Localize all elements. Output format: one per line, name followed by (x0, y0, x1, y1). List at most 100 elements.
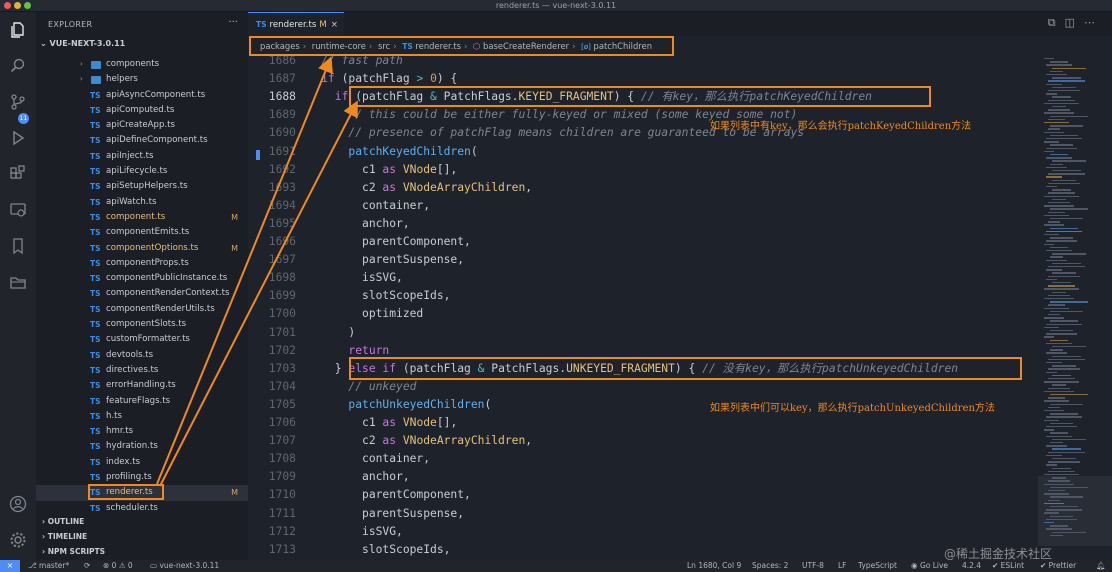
line-number: 1705 (268, 397, 296, 411)
remote-indicator-icon[interactable]: ⨯ (0, 560, 20, 572)
workspace-folder[interactable]: ▭ vue-next-3.0.11 (150, 560, 219, 572)
tree-file[interactable]: TS apiWatch.ts (36, 195, 248, 210)
minimap-line (1046, 509, 1082, 511)
tree-file[interactable]: TS componentSlots.ts (36, 317, 248, 332)
tree-file[interactable]: TS apiComputed.ts (36, 103, 248, 118)
files-icon[interactable] (8, 20, 28, 40)
code-line[interactable]: 1710 parentComponent, (248, 486, 1038, 504)
bookmarks-icon[interactable] (8, 236, 28, 256)
code-token: [], (436, 416, 458, 429)
code-line[interactable]: 1694 container, (248, 197, 1038, 215)
minimap-line (1048, 358, 1085, 361)
account-icon[interactable] (8, 494, 28, 514)
minimap-line (1048, 294, 1070, 297)
line-text: slotScopeIds, (294, 287, 450, 305)
code-token: anchor, (294, 216, 410, 230)
code-line[interactable]: 1709 anchor, (248, 468, 1038, 486)
code-line[interactable]: 1698 isSVG, (248, 269, 1038, 287)
end-of-line[interactable]: LF (838, 560, 847, 572)
close-tab-icon[interactable]: × (331, 20, 338, 30)
tree-folder[interactable]: › helpers (36, 72, 248, 87)
code-line[interactable]: 1706 c1 as VNode[], (248, 414, 1038, 432)
code-line[interactable]: 1704 // unkeyed (248, 378, 1038, 396)
typescript-file-icon: TS (90, 136, 101, 146)
tree-file[interactable]: TS componentPublicInstance.ts (36, 271, 248, 286)
project-folder[interactable]: ⌄ VUE-NEXT-3.0.11 (36, 39, 248, 53)
code-line[interactable]: 1695 anchor, (248, 215, 1038, 233)
minimap[interactable] (1038, 56, 1112, 560)
timeline-section[interactable]: › TIMELINE (36, 530, 248, 544)
tree-file[interactable]: TS hmr.ts (36, 424, 248, 439)
source-control-icon[interactable] (8, 92, 28, 112)
chevron-right-icon: › (80, 60, 83, 68)
sync-icon[interactable]: ⟳ (84, 560, 90, 572)
run-debug-icon[interactable] (8, 128, 28, 148)
language-mode[interactable]: TypeScript (858, 560, 897, 572)
code-line[interactable]: 1707 c2 as VNodeArrayChildren, (248, 432, 1038, 450)
tree-file[interactable]: TS directives.ts (36, 363, 248, 378)
tree-file[interactable]: TS devtools.ts (36, 348, 248, 363)
indentation[interactable]: Spaces: 2 (752, 560, 788, 572)
code-line[interactable]: 1697 parentSuspense, (248, 251, 1038, 269)
tree-file[interactable]: TS apiDefineComponent.ts (36, 133, 248, 148)
open-changes-icon[interactable]: ⧉ (1048, 16, 1065, 29)
code-line[interactable]: 1691 patchKeyedChildren( (248, 143, 1038, 161)
tree-file[interactable]: TS apiLifecycle.ts (36, 164, 248, 179)
tree-file[interactable]: TS scheduler.ts (36, 501, 248, 516)
problems-count[interactable]: ⊗ 0 ⚠ 0 (103, 560, 133, 572)
minimap-line (1044, 298, 1074, 300)
tree-file[interactable]: TS customFormatter.ts (36, 332, 248, 347)
notifications-icon[interactable]: 🔔︎ (1096, 560, 1106, 572)
tree-folder[interactable]: › components (36, 57, 248, 72)
tree-file[interactable]: TS h.ts (36, 409, 248, 424)
outline-section[interactable]: › OUTLINE (36, 515, 248, 529)
tree-file[interactable]: TS apiSetupHelpers.ts (36, 179, 248, 194)
extensions-icon[interactable] (8, 164, 28, 184)
tree-file[interactable]: TS errorHandling.ts (36, 378, 248, 393)
tree-file[interactable]: TS componentEmits.ts (36, 225, 248, 240)
tree-file[interactable]: TS featureFlags.ts (36, 394, 248, 409)
code-line[interactable]: 1711 parentSuspense, (248, 505, 1038, 523)
minimap-line (1048, 406, 1060, 409)
more-actions-icon[interactable]: ··· (228, 17, 238, 28)
tree-file[interactable]: TS apiInject.ts (36, 149, 248, 164)
tree-file[interactable]: TS hydration.ts (36, 439, 248, 454)
folder-icon[interactable] (8, 272, 28, 292)
tree-file[interactable]: TS componentProps.ts (36, 256, 248, 271)
tree-file[interactable]: TS componentRenderUtils.ts (36, 302, 248, 317)
code-line[interactable]: 1700 optimized (248, 305, 1038, 323)
code-line[interactable]: 1686 // fast path (248, 56, 1038, 70)
search-icon[interactable] (8, 56, 28, 76)
more-actions-icon[interactable]: ⋯ (1084, 16, 1104, 29)
split-editor-icon[interactable]: ◫ (1065, 16, 1084, 29)
minimap-line (1046, 323, 1082, 325)
encoding[interactable]: UTF-8 (802, 560, 824, 572)
tree-file[interactable]: TS component.ts M (36, 210, 248, 225)
minimap-line (1048, 304, 1065, 306)
minimap-line (1052, 291, 1066, 293)
tree-file[interactable]: TS apiAsyncComponent.ts (36, 88, 248, 103)
code-line[interactable]: 1696 parentComponent, (248, 233, 1038, 251)
code-line[interactable]: 1699 slotScopeIds, (248, 287, 1038, 305)
remote-explorer-icon[interactable] (8, 200, 28, 220)
git-branch[interactable]: ⎇ master* (28, 560, 69, 572)
minimap-line (1048, 451, 1085, 453)
npm-scripts-section[interactable]: › NPM SCRIPTS (36, 545, 248, 559)
tab-renderer-ts[interactable]: TS renderer.ts M × (248, 12, 344, 36)
tree-item-label: featureFlags.ts (106, 395, 171, 406)
settings-gear-icon[interactable] (8, 530, 28, 550)
code-line[interactable]: 1713 slotScopeIds, (248, 541, 1038, 559)
cursor-position[interactable]: Ln 1680, Col 9 (687, 560, 741, 572)
tree-item-label: componentOptions.ts (106, 242, 199, 253)
code-line[interactable]: 1693 c2 as VNodeArrayChildren, (248, 179, 1038, 197)
typescript-file-icon: TS (90, 442, 101, 452)
tree-file[interactable]: TS componentOptions.ts M (36, 241, 248, 256)
tree-file[interactable]: TS componentRenderContext.ts (36, 286, 248, 301)
code-line[interactable]: 1692 c1 as VNode[], (248, 161, 1038, 179)
code-line[interactable]: 1708 container, (248, 450, 1038, 468)
tree-file[interactable]: TS index.ts (36, 455, 248, 470)
go-live-button[interactable]: ◉ Go Live (911, 560, 948, 572)
code-line[interactable]: 1701 ) (248, 324, 1038, 342)
tree-file[interactable]: TS apiCreateApp.ts (36, 118, 248, 133)
code-line[interactable]: 1712 isSVG, (248, 523, 1038, 541)
